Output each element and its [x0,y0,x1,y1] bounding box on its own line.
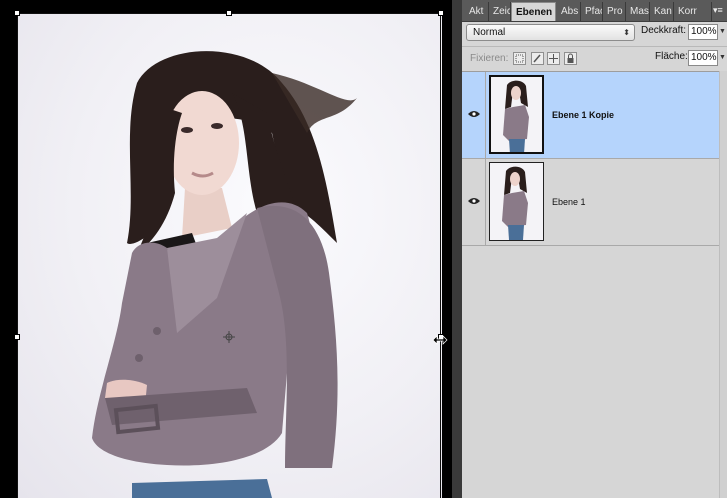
tab-absatz[interactable]: Abs [557,2,581,21]
layer-thumbnail [489,75,544,154]
blend-row: Normal ⬍ Deckkraft: 100% ▼ [462,21,727,45]
layer-row-ebene-1[interactable]: Ebene 1 [462,159,719,246]
transform-handle-top-center[interactable] [226,10,232,16]
transform-handle-top-left[interactable] [14,10,20,16]
document-canvas[interactable] [0,0,462,498]
tab-masken[interactable]: Mas [626,2,650,21]
visibility-toggle[interactable] [462,159,486,245]
fill-label: Fläche: [655,51,688,62]
lock-transparency-icon[interactable] [513,52,526,65]
eye-icon [468,111,480,117]
eye-icon [468,198,480,204]
resize-cursor-icon [432,335,448,345]
tab-ebenen[interactable]: Ebenen [511,2,556,21]
opacity-field[interactable]: 100% [688,24,718,40]
panel-scrollbar[interactable] [719,71,727,498]
lock-position-icon[interactable] [547,52,560,65]
fill-field[interactable]: 100% [688,50,718,66]
lock-pixels-icon[interactable] [531,52,544,65]
transform-handle-top-right[interactable] [438,10,444,16]
layer-name[interactable]: Ebene 1 [552,197,586,207]
tab-protokoll[interactable]: Pro [603,2,626,21]
lock-label: Fixieren: [470,53,509,64]
select-arrows-icon: ⬍ [623,28,630,37]
layer-thumbnail [489,162,544,241]
panel-divider[interactable] [452,0,462,498]
tab-zeichen[interactable]: Zeic [489,2,511,21]
opacity-dropdown-icon[interactable]: ▼ [719,24,727,40]
layer-list: Ebene 1 Kopie Ebene 1 [462,71,719,248]
tab-kanaele[interactable]: Kan [650,2,674,21]
blend-mode-value: Normal [473,27,506,38]
fill-dropdown-icon[interactable]: ▼ [719,50,727,66]
visibility-toggle[interactable] [462,72,486,158]
panel-tab-bar: Akt Zeic Ebenen Abs Pfac Pro Mas Kan Kor… [462,0,727,22]
layer-row-ebene-1-kopie[interactable]: Ebene 1 Kopie [462,72,719,159]
reference-point-icon[interactable] [223,331,235,343]
transform-handle-middle-left[interactable] [14,334,20,340]
lock-all-icon[interactable] [564,52,577,65]
tab-aktionen[interactable]: Akt [465,2,489,21]
opacity-label: Deckkraft: [641,25,687,36]
panel-menu-icon[interactable]: ▾≡ [713,4,725,16]
lock-row: Fixieren: Fläche: 100% ▼ [462,46,727,71]
layers-panel: Akt Zeic Ebenen Abs Pfac Pro Mas Kan Kor… [462,0,727,498]
tab-pfade[interactable]: Pfac [581,2,603,21]
layer-name[interactable]: Ebene 1 Kopie [552,110,614,120]
tab-korrekturen[interactable]: Korr [674,2,712,21]
blend-mode-select[interactable]: Normal ⬍ [466,24,635,41]
photo-illustration [92,51,357,498]
photo-woman-in-jacket[interactable] [17,13,442,498]
